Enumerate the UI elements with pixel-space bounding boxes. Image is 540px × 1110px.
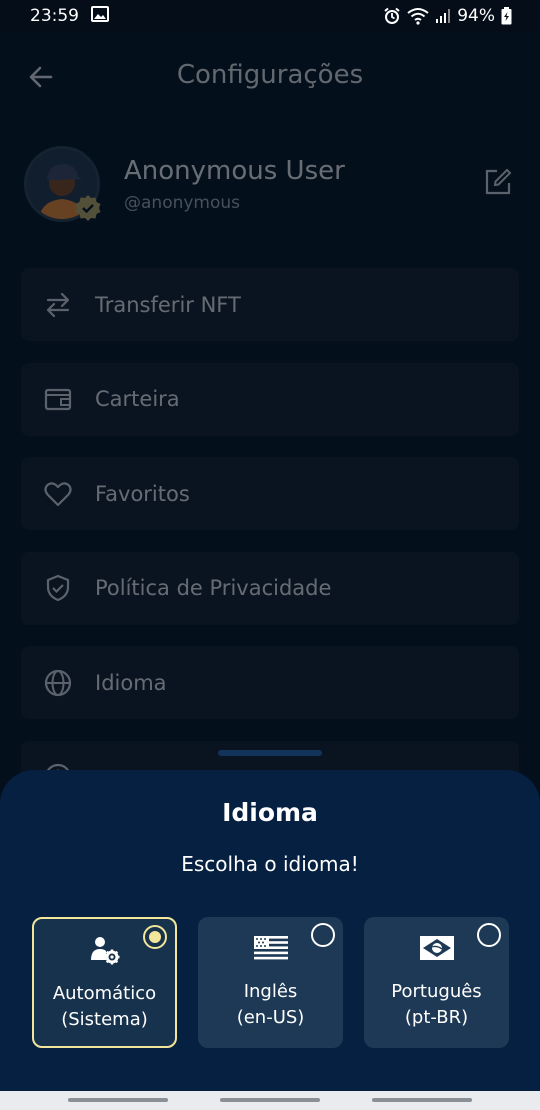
signal-icon	[435, 8, 451, 24]
image-icon	[91, 5, 109, 27]
battery-icon	[501, 7, 512, 25]
drag-handle[interactable]	[218, 750, 322, 756]
user-name: Anonymous User	[124, 156, 345, 186]
alarm-icon	[383, 7, 401, 25]
menu-item-label: Política de Privacidade	[95, 576, 332, 600]
language-name: Português	[391, 981, 482, 1002]
sheet-subtitle: Escolha o idioma!	[181, 852, 359, 876]
language-code: (Sistema)	[61, 1009, 148, 1030]
wallet-icon	[43, 384, 73, 414]
transfer-arrows-icon	[43, 290, 73, 320]
menu-item-privacy-policy[interactable]: Política de Privacidade	[21, 551, 519, 625]
language-options: Automático (Sistema) Inglês (en-US) Port…	[32, 917, 510, 1049]
nav-recent-button[interactable]	[68, 1098, 168, 1102]
sheet-title: Idioma	[222, 798, 318, 827]
header: Configurações	[0, 56, 540, 100]
user-handle: @anonymous	[124, 193, 241, 213]
menu-item-transfer-nft[interactable]: Transferir NFT	[21, 268, 519, 341]
menu-item-label: Idioma	[95, 670, 167, 695]
edit-profile-button[interactable]	[484, 168, 516, 200]
globe-icon	[43, 668, 73, 698]
profile-section: Anonymous User @anonymous	[24, 146, 516, 226]
menu-item-wallet[interactable]: Carteira	[21, 362, 519, 436]
menu-item-label: Transferir NFT	[95, 292, 241, 317]
language-option-automatic[interactable]: Automático (Sistema)	[32, 917, 177, 1048]
language-code: (en-US)	[236, 1007, 305, 1028]
nav-back-button[interactable]	[372, 1098, 472, 1102]
verified-badge-icon	[74, 194, 102, 222]
language-option-label: Inglês (en-US)	[198, 979, 343, 1031]
battery-percent: 94%	[457, 6, 495, 26]
user-gear-icon	[34, 933, 175, 967]
heart-icon	[43, 479, 73, 509]
us-flag-icon	[198, 931, 343, 965]
system-nav-bar	[0, 1091, 540, 1110]
language-name: Automático	[52, 983, 157, 1004]
shield-check-icon	[43, 573, 73, 603]
menu-item-favorites[interactable]: Favoritos	[21, 457, 519, 530]
brazil-flag-icon	[364, 931, 509, 965]
page-title: Configurações	[176, 60, 364, 90]
nav-home-button[interactable]	[220, 1098, 320, 1102]
language-name: Inglês	[243, 981, 298, 1002]
menu-item-label: Carteira	[95, 387, 180, 411]
language-code: (pt-BR)	[404, 1007, 469, 1028]
language-bottom-sheet: Idioma Escolha o idioma! Automático (Sis…	[0, 750, 540, 1091]
status-time: 23:59	[30, 6, 79, 26]
status-bar: 23:59 94%	[0, 0, 540, 32]
language-option-english[interactable]: Inglês (en-US)	[198, 917, 343, 1048]
language-option-label: Português (pt-BR)	[364, 979, 509, 1031]
wifi-icon	[407, 7, 429, 25]
menu-item-language[interactable]: Idioma	[21, 646, 519, 719]
language-option-label: Automático (Sistema)	[34, 981, 175, 1033]
menu-item-label: Favoritos	[95, 481, 190, 506]
edit-icon	[484, 168, 512, 200]
language-option-portuguese[interactable]: Português (pt-BR)	[364, 917, 509, 1048]
